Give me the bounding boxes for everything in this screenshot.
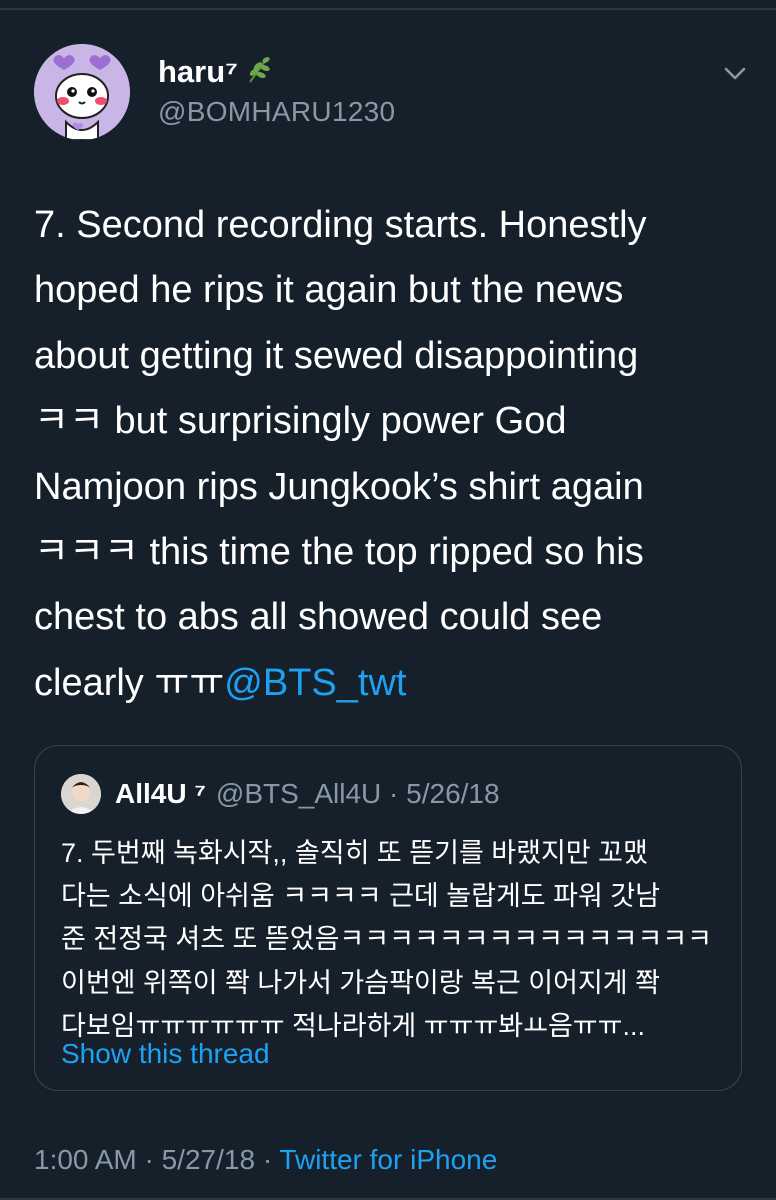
- tweet-meta: 1:00 AM · 5/27/18 · Twitter for iPhone: [34, 1144, 497, 1176]
- quoted-author-handle-date[interactable]: @BTS_All4U · 5/26/18: [216, 778, 500, 810]
- tweet-header: haru⁷ @BOMHARU1230: [34, 44, 754, 140]
- quoted-tweet-header: All4U ⁷ @BTS_All4U · 5/26/18: [61, 774, 500, 814]
- author-display-name[interactable]: haru⁷: [158, 54, 238, 90]
- tweet-source-link[interactable]: Twitter for iPhone: [279, 1144, 497, 1175]
- quoted-tweet-card[interactable]: All4U ⁷ @BTS_All4U · 5/26/18 7. 두번째 녹화시작…: [34, 745, 742, 1091]
- chevron-down-icon[interactable]: [722, 60, 748, 86]
- author-handle[interactable]: @BOMHARU1230: [158, 96, 395, 128]
- quoted-tweet-text: 7. 두번째 녹화시작,, 솔직히 또 뜯기를 바랬지만 꼬맸 다는 소식에 아…: [61, 838, 713, 1041]
- mention-link[interactable]: @BTS_twt: [224, 662, 406, 704]
- herb-leaf-icon: [249, 57, 270, 83]
- tweet-timestamp[interactable]: 1:00 AM · 5/27/18 ·: [34, 1144, 279, 1175]
- show-thread-link[interactable]: Show this thread: [61, 1038, 270, 1070]
- quoted-avatar-photo-icon: [61, 774, 101, 814]
- tweet-text: 7. Second recording starts. Honestly hop…: [34, 204, 647, 704]
- top-divider: [0, 8, 776, 10]
- avatar-character-icon: [34, 44, 130, 140]
- quoted-author-avatar[interactable]: [61, 774, 101, 814]
- quoted-author-name[interactable]: All4U ⁷: [115, 778, 206, 810]
- author-name-row[interactable]: haru⁷: [158, 54, 274, 90]
- author-avatar[interactable]: [34, 44, 130, 140]
- tweet-body: 7. Second recording starts. Honestly hop…: [34, 193, 744, 716]
